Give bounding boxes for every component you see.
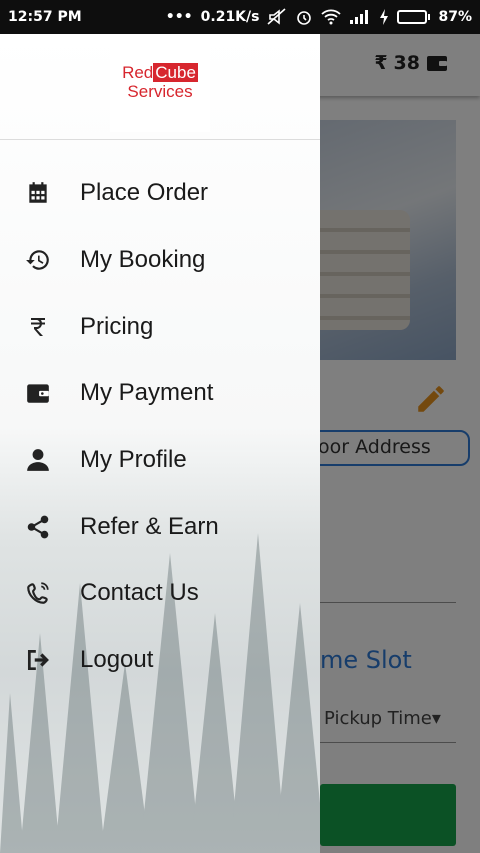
wifi-icon — [321, 9, 342, 25]
wallet-icon — [24, 379, 52, 407]
menu-item-refer-earn[interactable]: Refer & Earn — [0, 493, 320, 560]
share-icon — [24, 513, 52, 541]
network-speed: 0.21K/s — [200, 9, 260, 25]
menu-item-label: Contact Us — [80, 579, 199, 607]
dots-icon: ••• — [165, 9, 193, 25]
signal-icon — [350, 10, 369, 24]
menu-item-pricing[interactable]: Pricing — [0, 293, 320, 360]
menu-item-my-payment[interactable]: My Payment — [0, 360, 320, 427]
mute-icon — [267, 8, 287, 25]
alarm-icon — [297, 11, 312, 25]
menu-item-label: Place Order — [80, 179, 209, 207]
menu-item-label: Pricing — [80, 312, 154, 340]
navigation-drawer: Red Cube Services Place Order My Booking … — [0, 34, 320, 853]
menu-item-label: My Booking — [80, 246, 206, 274]
menu-item-my-profile[interactable]: My Profile — [0, 427, 320, 494]
charging-icon — [380, 9, 389, 25]
phone-ring-icon — [24, 579, 52, 607]
menu-item-label: My Profile — [80, 446, 187, 474]
logout-icon — [24, 646, 52, 674]
menu-item-contact-us[interactable]: Contact Us — [0, 560, 320, 627]
logo-services: Services — [127, 82, 193, 101]
menu-item-label: Refer & Earn — [80, 512, 219, 540]
person-icon — [24, 446, 52, 474]
calendar-icon — [24, 179, 52, 207]
status-bar: 12:57 PM ••• 0.21K/s 87% — [0, 0, 480, 34]
menu-item-label: Logout — [80, 646, 154, 674]
battery-icon — [397, 10, 431, 24]
redcube-logo: Red Cube Services — [110, 34, 210, 132]
logo-cube: Cube — [153, 63, 198, 82]
drawer-header: Red Cube Services — [0, 34, 320, 140]
menu-item-label: My Payment — [80, 379, 214, 407]
menu-item-logout[interactable]: Logout — [0, 627, 320, 694]
menu-item-place-order[interactable]: Place Order — [0, 160, 320, 227]
history-icon — [24, 246, 52, 274]
rupee-icon — [24, 313, 52, 341]
logo-red: Red — [122, 63, 154, 82]
battery-percent: 87% — [438, 9, 472, 25]
status-time: 12:57 PM — [8, 9, 82, 25]
drawer-menu: Place Order My Booking Pricing My Paymen… — [0, 160, 320, 694]
menu-item-my-booking[interactable]: My Booking — [0, 227, 320, 294]
